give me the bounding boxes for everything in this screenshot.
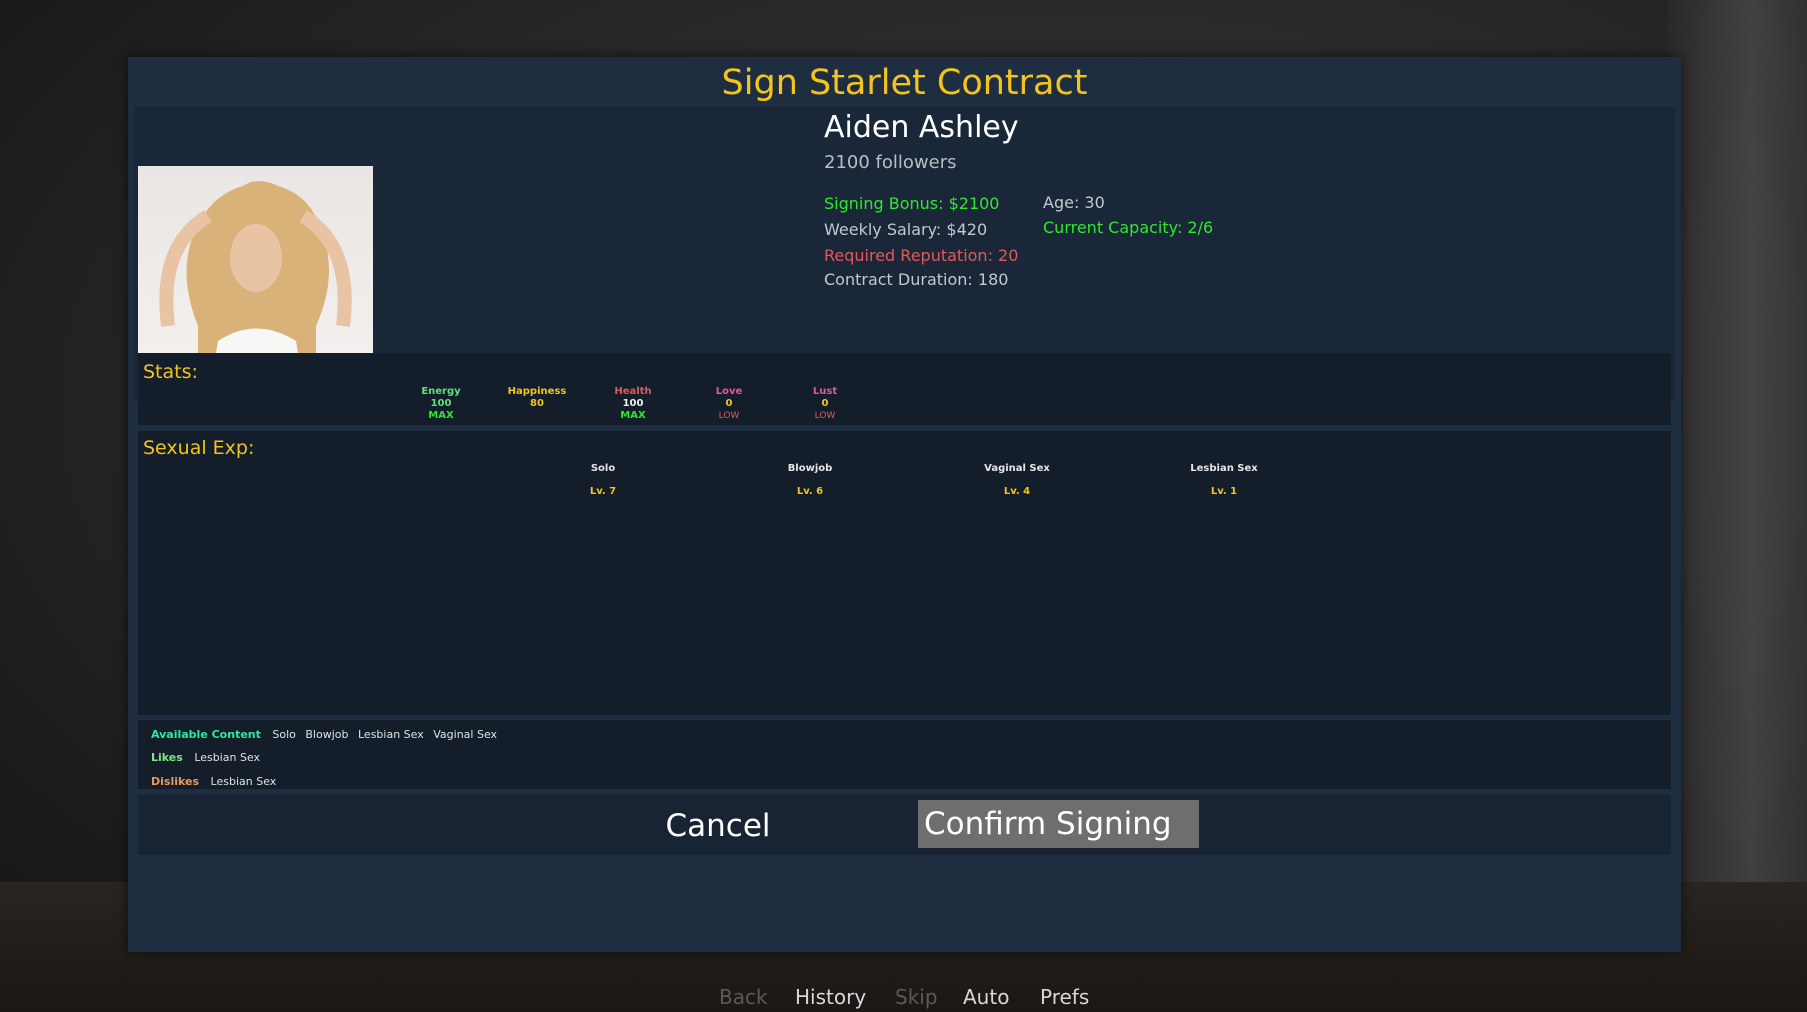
exp-name: Lesbian Sex <box>1190 463 1258 474</box>
contract-duration: Contract Duration: 180 <box>824 270 1009 289</box>
starlet-age: Age: 30 <box>1043 193 1105 212</box>
stat-happiness: Happiness 80 <box>497 386 577 410</box>
dialog-title: Sign Starlet Contract <box>721 63 1088 103</box>
stat-status: LOW <box>718 411 740 421</box>
current-capacity: Current Capacity: 2/6 <box>1043 218 1214 237</box>
stat-value: 80 <box>530 398 544 409</box>
stat-name: Love <box>715 386 743 397</box>
quick-menu-skip[interactable]: Skip <box>895 985 938 1009</box>
stats-panel: Stats: Energy 100 MAX Happiness 80 Healt… <box>138 353 1671 425</box>
exp-vaginal-sex: Vaginal Sex Lv. 4 <box>957 463 1077 497</box>
stat-name: Happiness <box>507 386 567 397</box>
exp-name: Vaginal Sex <box>984 463 1050 474</box>
available-content-row: Available Content Solo Blowjob Lesbian S… <box>151 728 503 741</box>
exp-level: Lv. 7 <box>589 486 617 497</box>
exp-level: Lv. 4 <box>1003 486 1031 497</box>
content-preferences-panel: Available Content Solo Blowjob Lesbian S… <box>138 720 1671 789</box>
quick-menu: Back History Skip Auto Prefs <box>0 985 1807 1012</box>
exp-name: Solo <box>590 463 616 474</box>
cancel-button[interactable]: Cancel <box>618 805 818 847</box>
exp-lesbian-sex: Lesbian Sex Lv. 1 <box>1164 463 1284 497</box>
likes-label: Likes <box>151 751 183 764</box>
content-tag: Lesbian Sex <box>358 728 424 741</box>
stat-status: MAX <box>620 410 646 421</box>
dislikes-tag: Lesbian Sex <box>210 775 277 788</box>
stat-value: 100 <box>622 398 644 409</box>
quick-menu-back[interactable]: Back <box>719 985 768 1009</box>
likes-row: Likes Lesbian Sex <box>151 751 266 764</box>
stat-love: Love 0 LOW <box>689 386 769 422</box>
contract-dialog: Sign Starlet Contract Aiden Ashley 2100 … <box>128 57 1681 952</box>
exp-blowjob: Blowjob Lv. 6 <box>750 463 870 497</box>
stat-name: Energy <box>421 386 461 397</box>
starlet-name: Aiden Ashley <box>824 110 1019 145</box>
dislikes-label: Dislikes <box>151 775 200 788</box>
exp-name: Blowjob <box>787 463 833 474</box>
stat-value: 100 <box>430 398 452 409</box>
exp-level: Lv. 1 <box>1210 486 1238 497</box>
stat-name: Lust <box>812 386 838 397</box>
stat-energy: Energy 100 MAX <box>401 386 481 422</box>
sexual-exp-panel: Sexual Exp: Solo Lv. 7 Blowjob Lv. 6 Vag… <box>138 431 1671 715</box>
quick-menu-auto[interactable]: Auto <box>963 985 1009 1009</box>
signing-bonus: Signing Bonus: $2100 <box>824 194 1000 213</box>
quick-menu-history[interactable]: History <box>795 985 866 1009</box>
stat-status: MAX <box>428 410 454 421</box>
likes-tag: Lesbian Sex <box>194 751 261 764</box>
available-content-label: Available Content <box>151 728 261 741</box>
content-tag: Blowjob <box>305 728 349 741</box>
followers-count: 2100 followers <box>824 152 957 173</box>
confirm-signing-button[interactable]: Confirm Signing <box>918 800 1199 848</box>
quick-menu-prefs[interactable]: Prefs <box>1040 985 1089 1009</box>
content-tag: Vaginal Sex <box>433 728 498 741</box>
dislikes-row: Dislikes Lesbian Sex <box>151 775 282 788</box>
content-tag: Solo <box>272 728 296 741</box>
stat-health: Health 100 MAX <box>593 386 673 422</box>
stat-name: Health <box>614 386 652 397</box>
exp-level: Lv. 6 <box>796 486 824 497</box>
exp-solo: Solo Lv. 7 <box>543 463 663 497</box>
stat-lust: Lust 0 LOW <box>785 386 865 422</box>
weekly-salary: Weekly Salary: $420 <box>824 220 988 239</box>
button-bar: Cancel Confirm Signing <box>138 795 1671 855</box>
stats-label: Stats: <box>143 361 198 383</box>
stat-status: LOW <box>814 411 836 421</box>
stat-value: 0 <box>821 398 829 409</box>
background-wall <box>1667 0 1807 1012</box>
stat-value: 0 <box>725 398 733 409</box>
required-reputation: Required Reputation: 20 <box>824 246 1019 265</box>
sexual-exp-label: Sexual Exp: <box>143 437 255 459</box>
